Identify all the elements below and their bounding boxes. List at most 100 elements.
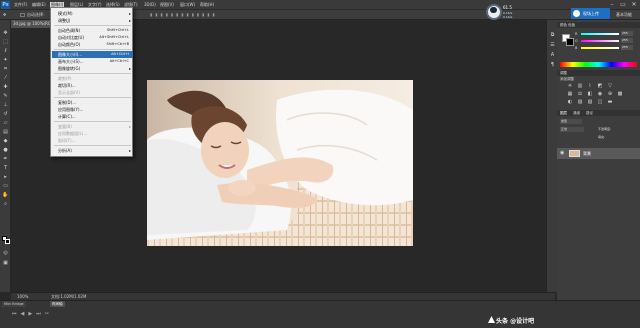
history-brush-icon[interactable]: ↺ bbox=[2, 111, 9, 117]
color-balance-icon[interactable]: ⚖ bbox=[577, 92, 583, 97]
bw-icon[interactable]: ◧ bbox=[587, 92, 593, 97]
g-slider[interactable]: G 255 bbox=[575, 38, 635, 43]
gradient-map-icon[interactable]: ▬ bbox=[607, 100, 613, 105]
magic-wand-icon[interactable]: ✦ bbox=[2, 57, 9, 63]
menu-3d[interactable]: 3D(D) bbox=[144, 2, 156, 8]
auto-select-checkbox[interactable] bbox=[20, 13, 25, 17]
menu-item[interactable]: 计算(C)... bbox=[52, 113, 133, 120]
menu-item[interactable]: 分析(A) ▸ bbox=[52, 147, 133, 154]
menu-item-shortcut: Shift+Ctrl+L bbox=[107, 28, 129, 32]
menu-item[interactable]: 调整(J) ▸ bbox=[52, 17, 133, 24]
tab-timeline[interactable]: 时间轴 bbox=[50, 301, 65, 307]
menu-item[interactable]: 图像旋转(G) ▸ bbox=[52, 65, 133, 72]
stamp-tool-icon[interactable]: ⊥ bbox=[2, 102, 9, 108]
visibility-eye-icon[interactable]: ◉ bbox=[560, 150, 564, 157]
levels-icon[interactable]: ▥ bbox=[577, 84, 583, 89]
quick-mask-icon[interactable]: ◎ bbox=[2, 250, 9, 256]
menu-view[interactable]: 视图(V) bbox=[160, 2, 174, 8]
tab-paths[interactable]: 路径 bbox=[584, 110, 595, 116]
hue-icon[interactable]: ▦ bbox=[567, 92, 573, 97]
menu-item[interactable]: 应用图像(Y)... bbox=[52, 106, 133, 113]
color-spectrum[interactable] bbox=[560, 62, 637, 67]
invert-icon[interactable]: ◐ bbox=[567, 100, 573, 105]
exposure-icon[interactable]: ◩ bbox=[597, 84, 603, 89]
menu-window[interactable]: 窗口(W) bbox=[180, 2, 195, 8]
menu-item-label: 显示全部(V) bbox=[58, 90, 80, 95]
pen-tool-icon[interactable]: ✒ bbox=[2, 156, 9, 162]
timeline-controls[interactable]: ⏮◀▶⏭✂ bbox=[12, 311, 53, 317]
history-icon[interactable]: ⧉ bbox=[549, 32, 556, 38]
close-button[interactable]: ✕ bbox=[630, 1, 638, 8]
selective-color-icon[interactable]: ◫ bbox=[597, 100, 603, 105]
brightness-icon[interactable]: ☀ bbox=[567, 84, 573, 89]
layer-row[interactable]: ◉ 背景 bbox=[557, 148, 640, 159]
threshold-icon[interactable]: ▧ bbox=[587, 100, 593, 105]
curves-icon[interactable]: ⌇ bbox=[587, 84, 593, 89]
right-panels: 颜色 色板 R 255 G 255 B 255 调整 添加调整 ☀ ▥ ⌇ ◩ … bbox=[557, 20, 640, 300]
maximize-button[interactable]: ▭ bbox=[619, 1, 627, 8]
menu-item[interactable]: 复制(D)... bbox=[52, 99, 133, 106]
layer-kind-filter[interactable]: 类型 bbox=[560, 119, 582, 124]
menu-item: 应用数据组(L)... bbox=[52, 130, 133, 137]
b-slider[interactable]: B 255 bbox=[575, 45, 635, 50]
adjust-title: 添加调整 bbox=[560, 77, 574, 81]
menu-item[interactable]: 自动对比度(U) Alt+Shift+Ctrl+L bbox=[52, 34, 133, 41]
menu-file[interactable]: 文件(F) bbox=[14, 2, 27, 8]
background-color-swatch[interactable] bbox=[5, 239, 10, 244]
photoshop-logo: Ps bbox=[1, 1, 10, 9]
menu-item: 变量(B) ▸ bbox=[52, 123, 133, 130]
r-slider[interactable]: R 255 bbox=[575, 31, 635, 36]
menu-item-label: 分析(A) bbox=[58, 148, 72, 153]
menu-item[interactable]: 裁切(R)... bbox=[52, 82, 133, 89]
menu-item[interactable]: 图像大小(I)... Alt+Ctrl+I bbox=[52, 51, 133, 58]
dodge-tool-icon[interactable]: ● bbox=[2, 147, 9, 153]
lasso-tool-icon[interactable]: ℓ bbox=[2, 48, 9, 54]
hand-tool-icon[interactable]: ✋ bbox=[2, 192, 9, 198]
network-speed-widget[interactable]: 61.5 0.1K/s 0.1K/s bbox=[486, 3, 526, 21]
menu-item[interactable]: 模式(M) ▸ bbox=[52, 10, 133, 17]
menu-item[interactable]: 画布大小(S)... Alt+Ctrl+C bbox=[52, 58, 133, 65]
channel-mixer-icon[interactable]: ⊕ bbox=[607, 92, 613, 97]
layer-name[interactable]: 背景 bbox=[583, 150, 591, 157]
document-photo[interactable] bbox=[147, 80, 413, 246]
color-lookup-icon[interactable]: ▩ bbox=[617, 92, 623, 97]
color-panel-header: 颜色 色板 bbox=[557, 22, 640, 28]
character-icon[interactable]: A bbox=[549, 52, 556, 58]
eraser-tool-icon[interactable]: ▱ bbox=[2, 120, 9, 126]
tab-channels[interactable]: 通道 bbox=[571, 110, 582, 116]
path-select-icon[interactable]: ▸ bbox=[2, 174, 9, 180]
move-tool-icon[interactable]: ✥ bbox=[3, 12, 6, 18]
type-tool-icon[interactable]: T bbox=[2, 165, 9, 171]
tab-layers[interactable]: 图层 bbox=[558, 110, 569, 116]
menu-edit[interactable]: 编辑(E) bbox=[32, 2, 46, 8]
g-value[interactable]: 255 bbox=[621, 38, 633, 43]
menu-separator bbox=[54, 97, 131, 98]
zoom-tool-icon[interactable]: ⌕ bbox=[2, 201, 9, 207]
photo-filter-icon[interactable]: ◉ bbox=[597, 92, 603, 97]
b-value[interactable]: 255 bbox=[621, 45, 633, 50]
crop-tool-icon[interactable]: ⌗ bbox=[2, 66, 9, 72]
properties-icon[interactable]: ☰ bbox=[549, 42, 556, 48]
screen-mode-icon[interactable]: ▣ bbox=[2, 260, 9, 266]
align-icons[interactable]: ▮▮▮▮▮▮▮▮▮▮▮▮▮ bbox=[150, 12, 218, 18]
blend-mode-select[interactable]: 正常 bbox=[560, 127, 584, 132]
marquee-tool-icon[interactable]: ⬚ bbox=[2, 39, 9, 45]
posterize-icon[interactable]: ▨ bbox=[577, 100, 583, 105]
menu-item[interactable]: 自动色调(N) Shift+Ctrl+L bbox=[52, 27, 133, 34]
workspace-switcher[interactable]: 基本功能 bbox=[616, 12, 632, 18]
shape-tool-icon[interactable]: ▭ bbox=[2, 183, 9, 189]
blur-tool-icon[interactable]: ◆ bbox=[2, 138, 9, 144]
gradient-tool-icon[interactable]: ▤ bbox=[2, 129, 9, 135]
vibrance-icon[interactable]: ▽ bbox=[607, 84, 613, 89]
brush-tool-icon[interactable]: ✎ bbox=[2, 93, 9, 99]
move-tool-icon[interactable]: ✥ bbox=[2, 30, 9, 36]
panel-background-swatch[interactable] bbox=[566, 38, 574, 46]
tab-mini-bridge[interactable]: Mini Bridge bbox=[2, 301, 26, 307]
paragraph-icon[interactable]: ¶ bbox=[549, 62, 556, 68]
minimize-button[interactable]: – bbox=[608, 1, 616, 8]
r-value[interactable]: 255 bbox=[621, 31, 633, 36]
healing-brush-icon[interactable]: ✚ bbox=[2, 84, 9, 90]
menu-help[interactable]: 帮助(H) bbox=[200, 2, 214, 8]
menu-item[interactable]: 自动颜色(O) Shift+Ctrl+B bbox=[52, 41, 133, 48]
eyedropper-icon[interactable]: ⁄ bbox=[2, 75, 9, 81]
